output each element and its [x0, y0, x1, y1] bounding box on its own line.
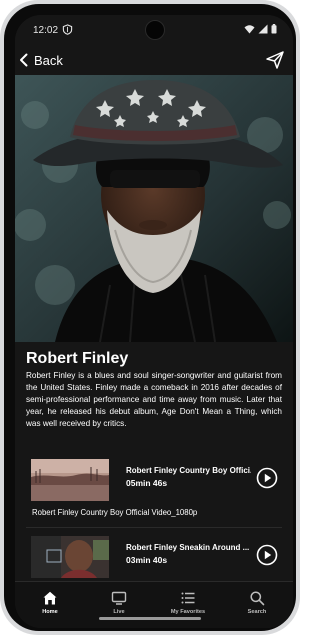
tv-icon	[111, 591, 127, 605]
top-bar: Back	[15, 45, 293, 75]
list-divider	[26, 527, 282, 528]
video-thumbnail-image	[31, 536, 109, 578]
chevron-left-icon	[20, 53, 28, 67]
list-icon	[181, 592, 195, 604]
nav-label: Home	[42, 609, 58, 615]
video-item-2[interactable]: Robert Finley Sneakin Around ... 03min 4…	[26, 531, 282, 581]
video-thumbnail[interactable]	[31, 536, 109, 578]
bottom-navigation: Home Live My Favorites Search	[15, 581, 293, 628]
artist-bio: Robert Finley is a blues and soul singer…	[26, 371, 282, 428]
artist-photo	[15, 75, 293, 342]
video-title: Robert Finley Country Boy Offici...	[126, 466, 251, 475]
app-screen: 12:02 Back Robert Finley Robert Finley i…	[15, 15, 293, 628]
nav-label: Search	[247, 609, 267, 615]
home-icon	[43, 591, 57, 605]
nav-search[interactable]: Search	[227, 586, 287, 624]
status-time: 12:02	[33, 25, 59, 36]
video-duration: 03min 40s	[126, 555, 168, 565]
video-title: Robert Finley Sneakin Around ...	[126, 543, 250, 552]
back-label: Back	[34, 52, 63, 68]
status-bar: 12:02	[15, 15, 293, 45]
search-icon	[250, 591, 265, 606]
send-icon[interactable]	[265, 50, 285, 70]
shield-icon	[62, 24, 73, 35]
signal-icon	[258, 24, 268, 34]
phone-bezel: 12:02 Back Robert Finley Robert Finley i…	[4, 4, 296, 631]
artist-name: Robert Finley	[26, 350, 129, 367]
status-indicators	[244, 24, 277, 37]
home-indicator[interactable]	[99, 617, 201, 620]
wifi-icon	[244, 25, 255, 34]
phone-frame: 12:02 Back Robert Finley Robert Finley i…	[0, 0, 300, 635]
play-icon[interactable]	[256, 467, 278, 489]
video-item-1[interactable]: Robert Finley Country Boy Offici... 05mi…	[26, 454, 282, 504]
nav-home[interactable]: Home	[20, 586, 80, 624]
battery-icon	[271, 24, 277, 34]
nav-label: Live	[113, 609, 125, 615]
video-duration: 05min 46s	[126, 478, 168, 488]
video-caption: Robert Finley Country Boy Official Video…	[32, 508, 198, 517]
back-button[interactable]: Back	[19, 49, 63, 71]
play-icon[interactable]	[256, 544, 278, 566]
nav-label: My Favorites	[170, 609, 206, 615]
front-camera	[145, 20, 165, 40]
video-thumbnail-image	[31, 459, 109, 501]
video-thumbnail[interactable]	[31, 459, 109, 501]
artist-portrait-image	[15, 75, 293, 342]
